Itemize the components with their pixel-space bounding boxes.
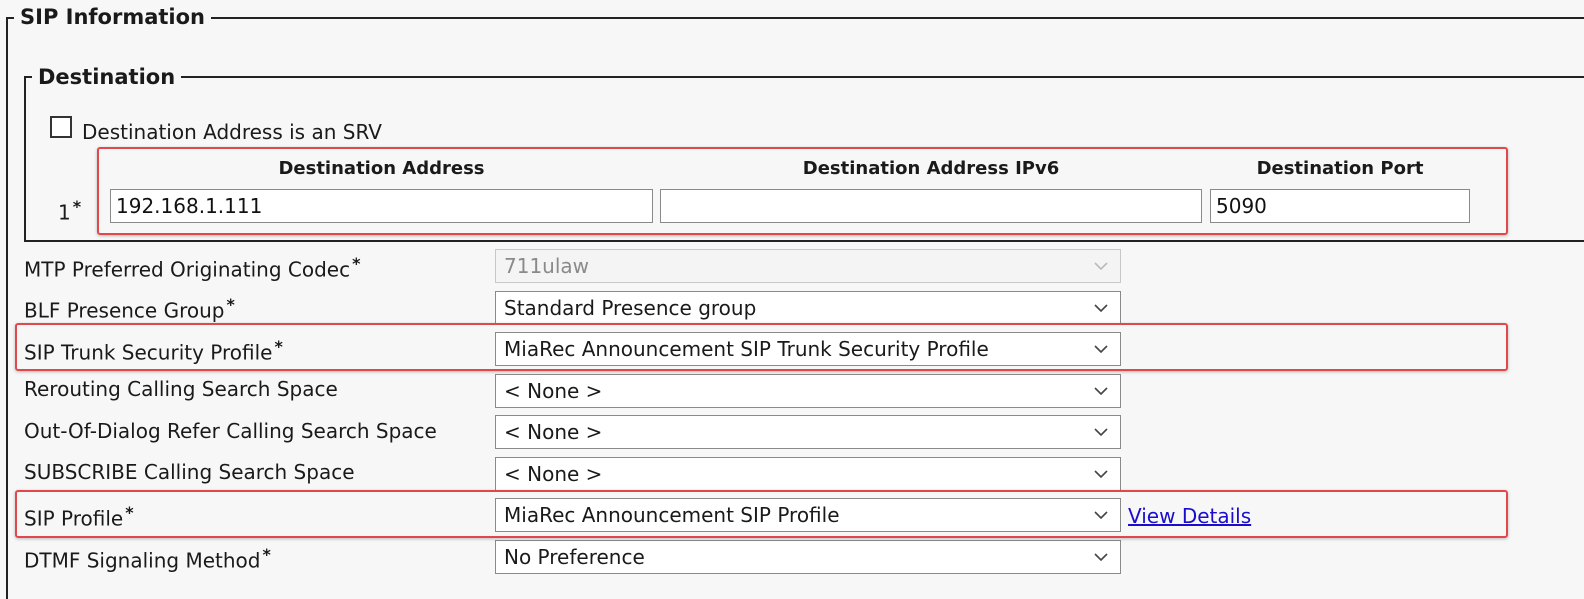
chevron-down-icon <box>1094 541 1110 573</box>
highlight-security-profile-box <box>15 323 1508 371</box>
blf-presence-group-select[interactable]: Standard Presence group <box>495 291 1121 325</box>
srv-checkbox-label: Destination Address is an SRV <box>82 120 382 144</box>
srv-checkbox[interactable] <box>50 116 72 138</box>
blf-presence-group-label: BLF Presence Group * <box>24 295 235 323</box>
destination-border <box>24 76 1584 78</box>
rerouting-css-label: Rerouting Calling Search Space <box>24 377 338 401</box>
chevron-down-icon <box>1094 458 1110 490</box>
destination-legend: Destination <box>32 64 182 90</box>
subscribe-css-label: SUBSCRIBE Calling Search Space <box>24 460 355 484</box>
destination-border-bottom <box>24 240 1584 242</box>
sip-information-legend: SIP Information <box>14 4 211 30</box>
mtp-codec-label: MTP Preferred Originating Codec * <box>24 254 361 282</box>
chevron-down-icon <box>1094 416 1110 448</box>
dtmf-signaling-method-select[interactable]: No Preference <box>495 540 1121 574</box>
sip-information-border <box>6 17 1584 19</box>
chevron-down-icon <box>1094 375 1110 407</box>
chevron-down-icon <box>1094 250 1110 282</box>
chevron-down-icon <box>1094 292 1110 324</box>
sip-information-border-left <box>6 17 8 599</box>
highlight-sip-profile-box <box>15 490 1508 538</box>
rerouting-css-select[interactable]: < None > <box>495 374 1121 408</box>
mtp-codec-select: 711ulaw <box>495 249 1121 283</box>
destination-row-index: 1 * <box>58 197 82 225</box>
dtmf-signaling-method-label: DTMF Signaling Method * <box>24 545 271 573</box>
highlight-destination-box <box>97 147 1508 235</box>
subscribe-css-select[interactable]: < None > <box>495 457 1121 491</box>
ood-refer-css-label: Out-Of-Dialog Refer Calling Search Space <box>24 419 437 443</box>
destination-border-left <box>24 76 26 241</box>
ood-refer-css-select[interactable]: < None > <box>495 415 1121 449</box>
